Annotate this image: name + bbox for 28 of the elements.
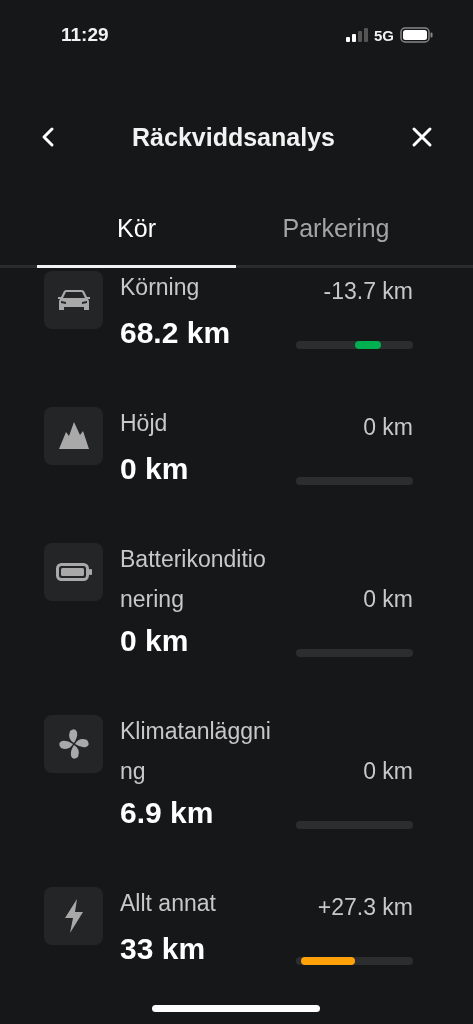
signal-icon bbox=[346, 28, 368, 42]
range-change: 0 km bbox=[362, 413, 413, 442]
range-change: +27.3 km bbox=[316, 893, 413, 922]
tab[interactable]: Kör bbox=[37, 204, 236, 268]
factor-label: Höjd bbox=[120, 409, 169, 438]
tab[interactable]: Parkering bbox=[236, 204, 436, 268]
status-time: 11:29 bbox=[61, 24, 110, 46]
factor-distance: 68.2 km bbox=[120, 315, 232, 351]
battery-icon bbox=[55, 563, 92, 581]
factor-label: Allt annat bbox=[120, 889, 217, 918]
close-icon bbox=[411, 126, 433, 148]
factor-distance: 0 km bbox=[120, 451, 190, 487]
mountain-icon bbox=[58, 422, 89, 450]
factor-label: Klimatanläggning bbox=[120, 717, 272, 786]
range-change: 0 km bbox=[362, 757, 413, 786]
factor-distance: 6.9 km bbox=[120, 795, 215, 831]
factor-distance: 33 km bbox=[120, 931, 207, 967]
lightning-icon bbox=[62, 899, 85, 933]
car-icon bbox=[56, 289, 91, 311]
battery-icon bbox=[400, 27, 433, 43]
range-change: -13.7 km bbox=[322, 277, 413, 306]
network-label: 5G bbox=[374, 26, 394, 44]
factor-label: Körning bbox=[120, 273, 201, 302]
factor-label: Batterikonditionering bbox=[120, 545, 267, 614]
screen-title: Räckviddsanalys bbox=[131, 122, 336, 152]
range-change: 0 km bbox=[362, 585, 413, 614]
back-icon bbox=[40, 126, 56, 148]
factor-distance: 0 km bbox=[120, 623, 190, 659]
